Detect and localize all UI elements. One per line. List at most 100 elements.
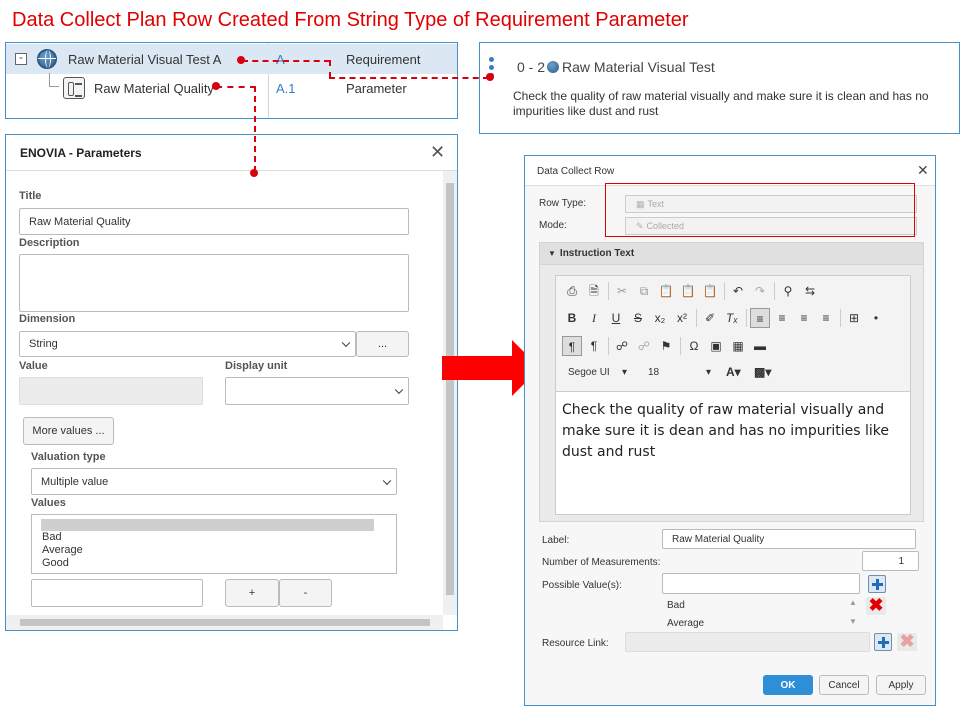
background-color-icon[interactable]: ▩▾ — [754, 365, 771, 379]
add-value-button[interactable]: + — [225, 579, 279, 607]
link-icon[interactable]: ☍ — [612, 336, 632, 356]
instruction-text-content[interactable]: Check the quality of raw material visual… — [562, 400, 906, 463]
strikethrough-icon[interactable]: S — [628, 308, 648, 328]
resource-link-input[interactable] — [625, 632, 870, 652]
print-icon[interactable]: ⎙ — [562, 281, 582, 301]
dialog-title: Data Collect Row — [537, 166, 615, 177]
instruction-text-panel: ▼Instruction Text ⎙ 🗎 ✂ ⧉ 📋 📋 📋 ↶ ↷ ⚲ ⇆ — [539, 242, 924, 522]
table-icon[interactable]: ▦ — [728, 336, 748, 356]
undo-icon[interactable]: ↶ — [728, 281, 748, 301]
requirement-tree: - Raw Material Visual Test A A Requireme… — [5, 42, 458, 119]
resource-link-label: Resource Link: — [542, 638, 609, 649]
display-unit-label: Display unit — [225, 360, 288, 372]
new-value-input[interactable] — [31, 579, 203, 607]
align-left-icon[interactable]: ≡ — [750, 308, 770, 328]
dimension-browse-button[interactable]: ... — [356, 331, 409, 357]
instruction-text-header[interactable]: ▼ Instruction Text — [540, 243, 923, 265]
paste-word-icon[interactable]: 📋 — [700, 281, 720, 301]
valuation-type-label: Valuation type — [31, 451, 106, 463]
num-measurements-stepper[interactable]: 1 — [862, 551, 919, 571]
paste-icon[interactable]: 📋 — [656, 281, 676, 301]
unlink-icon[interactable]: ☍ — [634, 336, 654, 356]
list-item[interactable]: Average — [32, 544, 396, 557]
selected-empty-row[interactable] — [41, 519, 374, 531]
tree-item-revision: A.1 — [276, 81, 296, 96]
anchor-icon[interactable]: ⚑ — [656, 336, 676, 356]
rtl-icon[interactable]: ¶ — [584, 336, 604, 356]
format-painter-icon[interactable]: ✐ — [700, 308, 720, 328]
values-listbox[interactable]: Bad Average Good — [31, 514, 397, 574]
display-unit-select[interactable] — [225, 377, 409, 405]
list-item[interactable]: Bad — [667, 600, 685, 611]
close-icon[interactable]: ✕ — [430, 142, 445, 163]
plus-icon[interactable] — [874, 633, 892, 651]
more-values-button[interactable]: More values ... — [23, 417, 114, 445]
description-label: Description — [19, 237, 80, 249]
list-item[interactable]: Bad — [32, 531, 396, 544]
font-size-select[interactable]: 18 — [648, 367, 659, 378]
list-item[interactable]: Average — [667, 618, 704, 629]
image-icon[interactable]: ▣ — [706, 336, 726, 356]
close-icon[interactable]: ✕ — [917, 162, 929, 179]
dimension-value: String — [29, 338, 58, 350]
possible-value-input[interactable] — [662, 573, 860, 594]
rich-text-editor[interactable]: ⎙ 🗎 ✂ ⧉ 📋 📋 📋 ↶ ↷ ⚲ ⇆ B I U S x₂ x² ✐ Tₓ… — [555, 275, 911, 515]
cancel-button[interactable]: Cancel — [819, 675, 869, 695]
numbered-list-icon[interactable]: ⊞ — [844, 308, 864, 328]
valuation-type-select[interactable]: Multiple value — [31, 468, 397, 495]
plus-icon[interactable] — [868, 575, 886, 593]
chevron-down-icon[interactable]: ▾ — [622, 367, 627, 378]
dimension-select[interactable]: String — [19, 331, 356, 357]
scroll-up-icon[interactable]: ▲ — [849, 598, 857, 607]
slide-headline: Data Collect Plan Row Created From Strin… — [12, 9, 689, 31]
label-input[interactable]: Raw Material Quality — [662, 529, 916, 549]
font-family-select[interactable]: Segoe UI — [568, 367, 610, 378]
horizontal-rule-icon[interactable]: ▬ — [750, 336, 770, 356]
title-label: Title — [19, 190, 42, 202]
tree-row-requirement[interactable]: - Raw Material Visual Test A A Requireme… — [6, 44, 457, 74]
replace-icon[interactable]: ⇆ — [800, 281, 820, 301]
align-center-icon[interactable]: ≡ — [772, 308, 792, 328]
connector-line — [254, 86, 256, 172]
list-item[interactable]: Good — [32, 557, 396, 570]
ok-button[interactable]: OK — [763, 675, 813, 695]
mode-label: Mode: — [539, 220, 567, 231]
scroll-down-icon[interactable]: ▼ — [849, 617, 857, 626]
apply-button[interactable]: Apply — [876, 675, 926, 695]
ltr-icon[interactable]: ¶ — [562, 336, 582, 356]
chevron-down-icon — [341, 338, 351, 348]
requirement-name: Raw Material Visual Test — [562, 59, 715, 75]
parameters-dialog: ENOVIA - Parameters ✕ Title Raw Material… — [5, 134, 458, 631]
superscript-icon[interactable]: x² — [672, 308, 692, 328]
title-input[interactable]: Raw Material Quality — [19, 208, 409, 235]
clear-format-icon[interactable]: Tₓ — [722, 308, 742, 328]
delete-icon[interactable]: ✖ — [866, 596, 886, 615]
cut-icon[interactable]: ✂ — [612, 281, 632, 301]
delete-icon[interactable]: ✖ — [897, 632, 917, 651]
description-textarea[interactable] — [19, 254, 409, 312]
justify-icon[interactable]: ≡ — [816, 308, 836, 328]
requirement-card: 0 - 2 Raw Material Visual Test Check the … — [479, 42, 960, 134]
underline-icon[interactable]: U — [606, 308, 626, 328]
omega-icon[interactable]: Ω — [684, 336, 704, 356]
redo-icon[interactable]: ↷ — [750, 281, 770, 301]
find-icon[interactable]: ⚲ — [778, 281, 798, 301]
bold-icon[interactable]: B — [562, 308, 582, 328]
data-collect-row-dialog: Data Collect Row ✕ Row Type: ▦ Text Mode:… — [524, 155, 936, 706]
value-input[interactable] — [19, 377, 203, 405]
chevron-down-icon[interactable]: ▾ — [706, 367, 711, 378]
align-right-icon[interactable]: ≡ — [794, 308, 814, 328]
remove-value-button[interactable]: - — [279, 579, 332, 607]
subscript-icon[interactable]: x₂ — [650, 308, 670, 328]
text-color-icon[interactable]: A▾ — [726, 365, 741, 379]
copy-icon[interactable]: ⧉ — [634, 281, 654, 301]
requirement-title: 0 - 2 Raw Material Visual Test — [517, 59, 715, 75]
paste-text-icon[interactable]: 📋 — [678, 281, 698, 301]
parameter-icon — [63, 77, 85, 99]
horizontal-scrollbar[interactable] — [6, 615, 443, 630]
document-icon[interactable]: 🗎 — [584, 281, 604, 301]
italic-icon[interactable]: I — [584, 308, 604, 328]
bullet-list-icon[interactable]: • — [866, 308, 886, 328]
collapse-icon[interactable]: - — [15, 53, 27, 65]
requirement-description: Check the quality of raw material visual… — [513, 89, 929, 118]
